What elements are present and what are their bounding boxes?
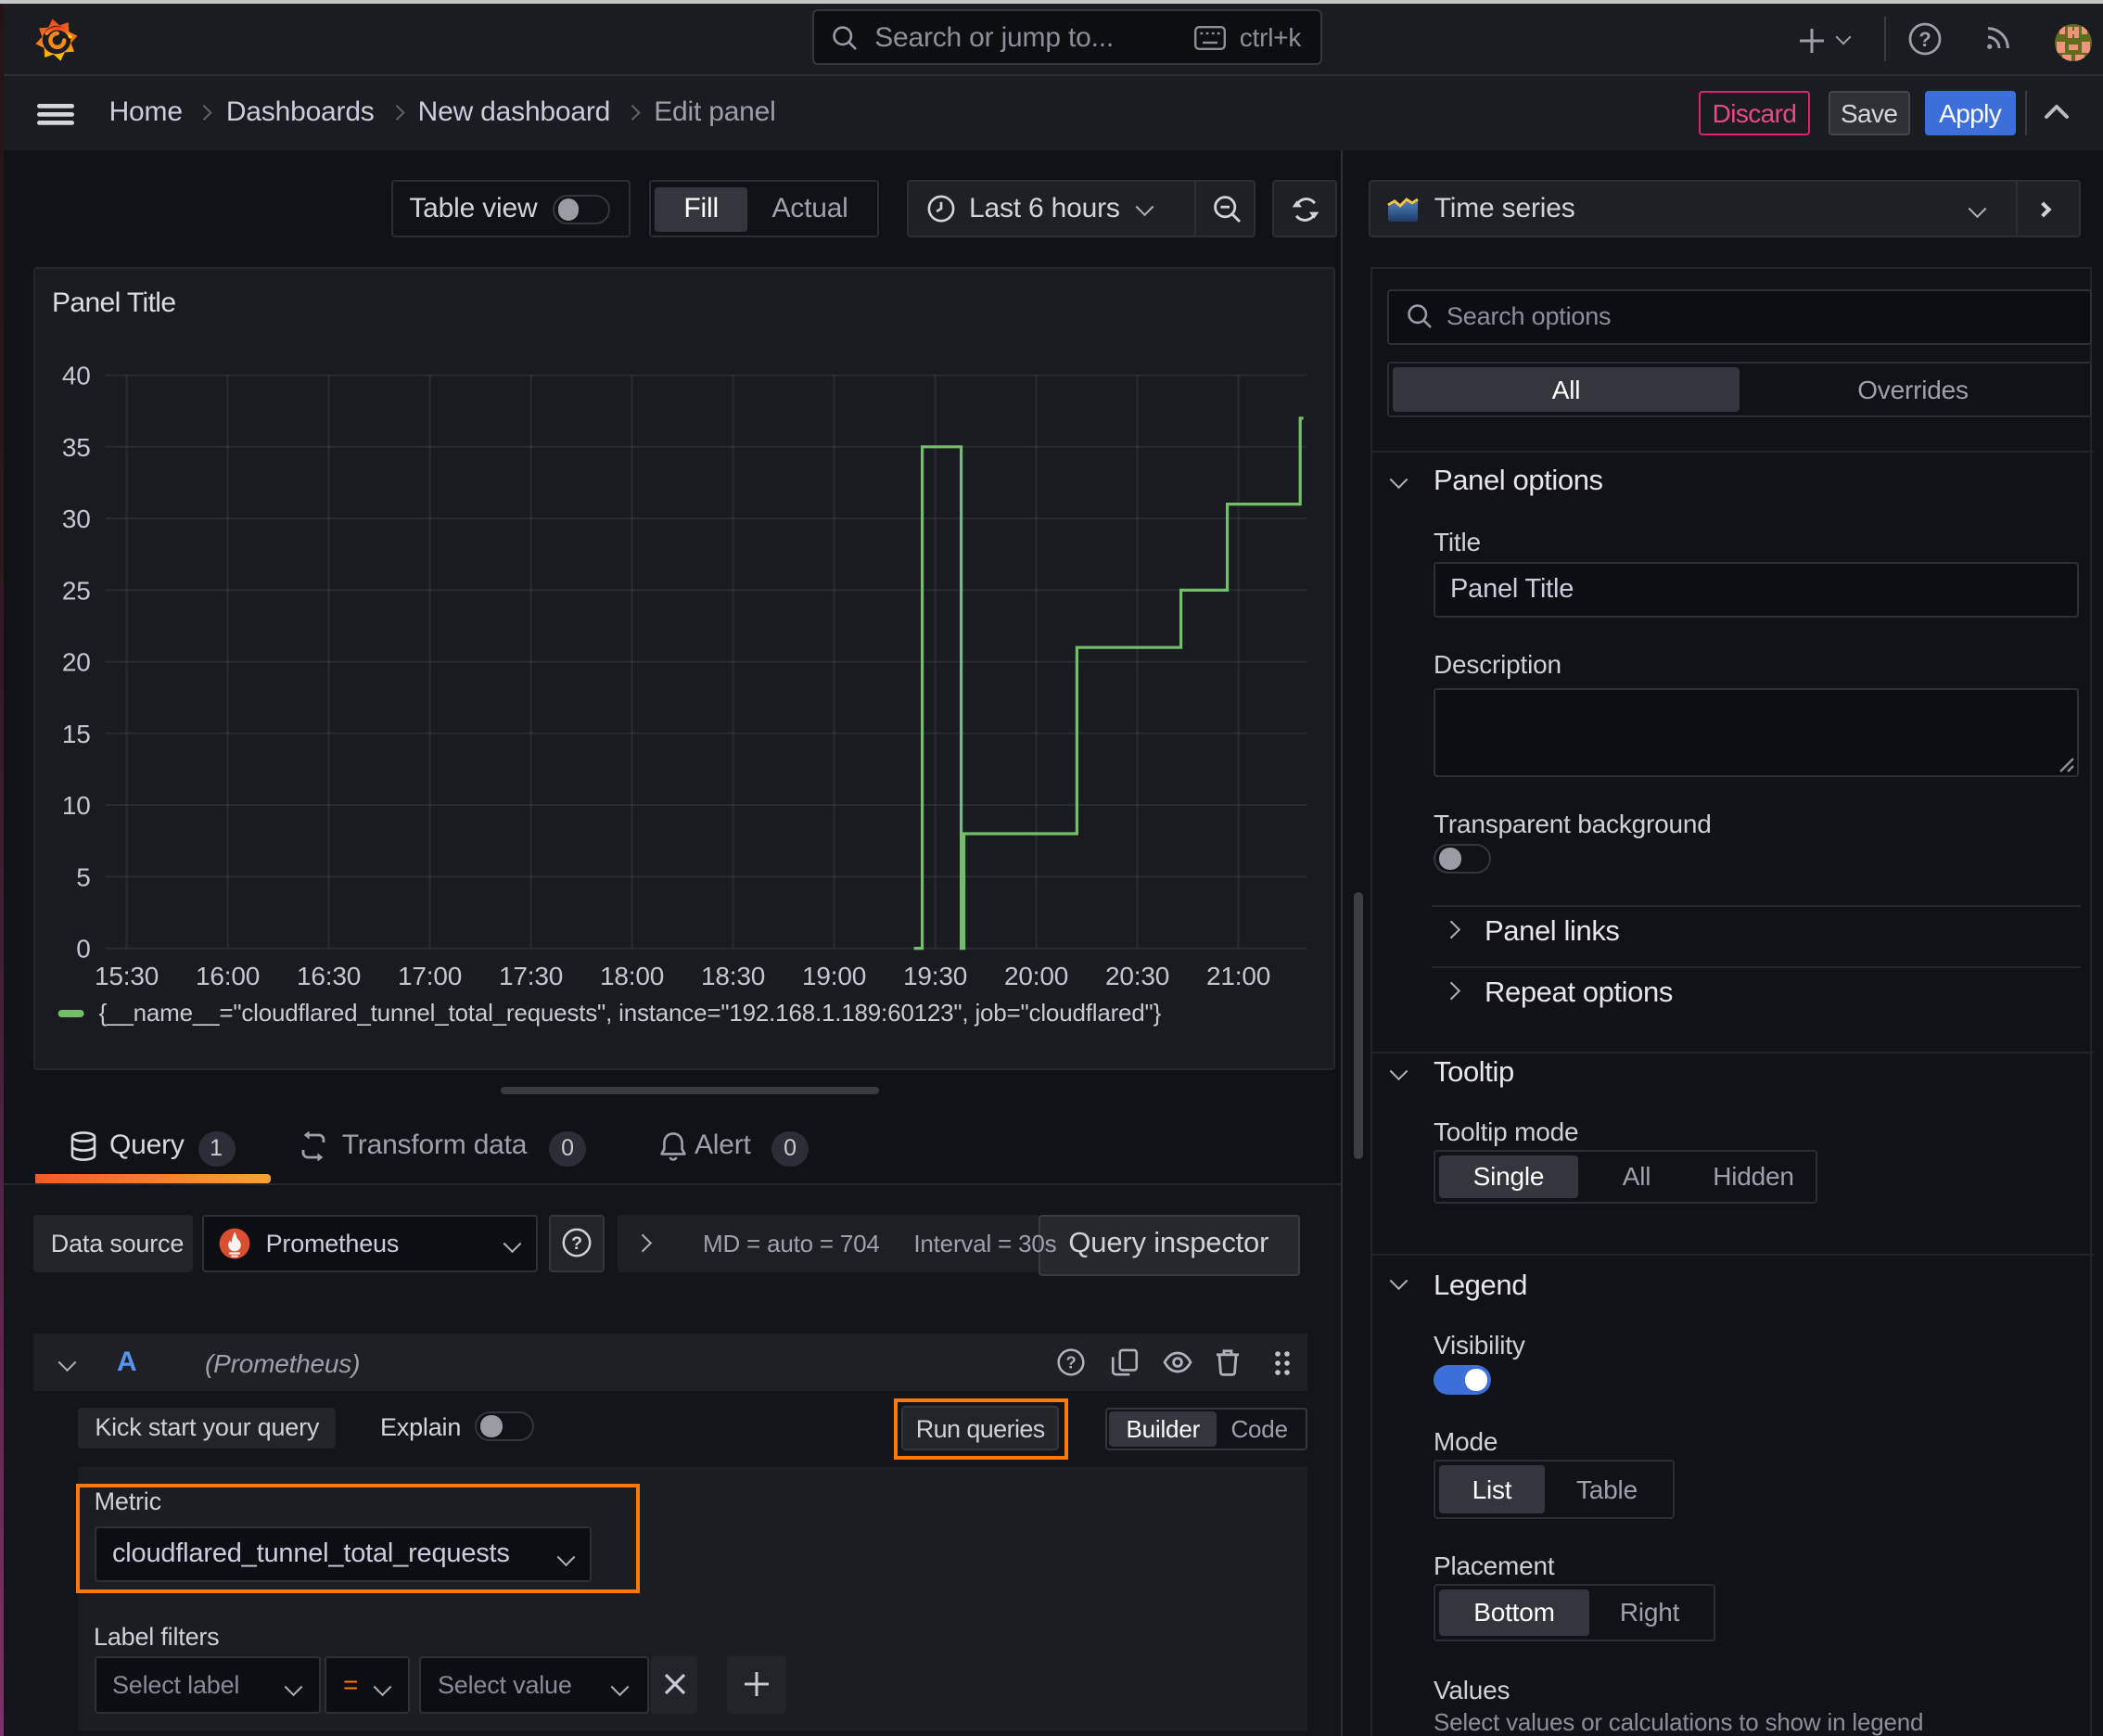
svg-text:30: 30 bbox=[61, 504, 90, 532]
svg-text:0: 0 bbox=[76, 934, 90, 963]
svg-text:?: ? bbox=[1918, 28, 1931, 51]
svg-text:15: 15 bbox=[61, 719, 90, 747]
svg-text:5: 5 bbox=[76, 862, 90, 890]
svg-text:40: 40 bbox=[61, 361, 90, 389]
svg-text:?: ? bbox=[571, 1234, 582, 1255]
svg-text:17:30: 17:30 bbox=[498, 961, 562, 989]
svg-text:15:30: 15:30 bbox=[94, 961, 158, 989]
svg-text:20:30: 20:30 bbox=[1104, 961, 1168, 989]
svg-text:18:00: 18:00 bbox=[599, 961, 663, 989]
svg-text:21:00: 21:00 bbox=[1205, 961, 1269, 989]
svg-text:25: 25 bbox=[61, 575, 90, 604]
svg-text:16:00: 16:00 bbox=[195, 961, 259, 989]
svg-text:{__name__="cloudflared_tunnel_: {__name__="cloudflared_tunnel_total_requ… bbox=[98, 998, 1161, 1026]
svg-text:35: 35 bbox=[61, 432, 90, 461]
svg-text:?: ? bbox=[1065, 1353, 1076, 1372]
svg-text:10: 10 bbox=[61, 790, 90, 819]
svg-text:18:30: 18:30 bbox=[700, 961, 764, 989]
svg-text:16:30: 16:30 bbox=[296, 961, 360, 989]
svg-text:19:00: 19:00 bbox=[801, 961, 865, 989]
svg-text:17:00: 17:00 bbox=[397, 961, 461, 989]
svg-text:20: 20 bbox=[61, 647, 90, 676]
svg-text:20:00: 20:00 bbox=[1003, 961, 1067, 989]
svg-text:19:30: 19:30 bbox=[902, 961, 966, 989]
